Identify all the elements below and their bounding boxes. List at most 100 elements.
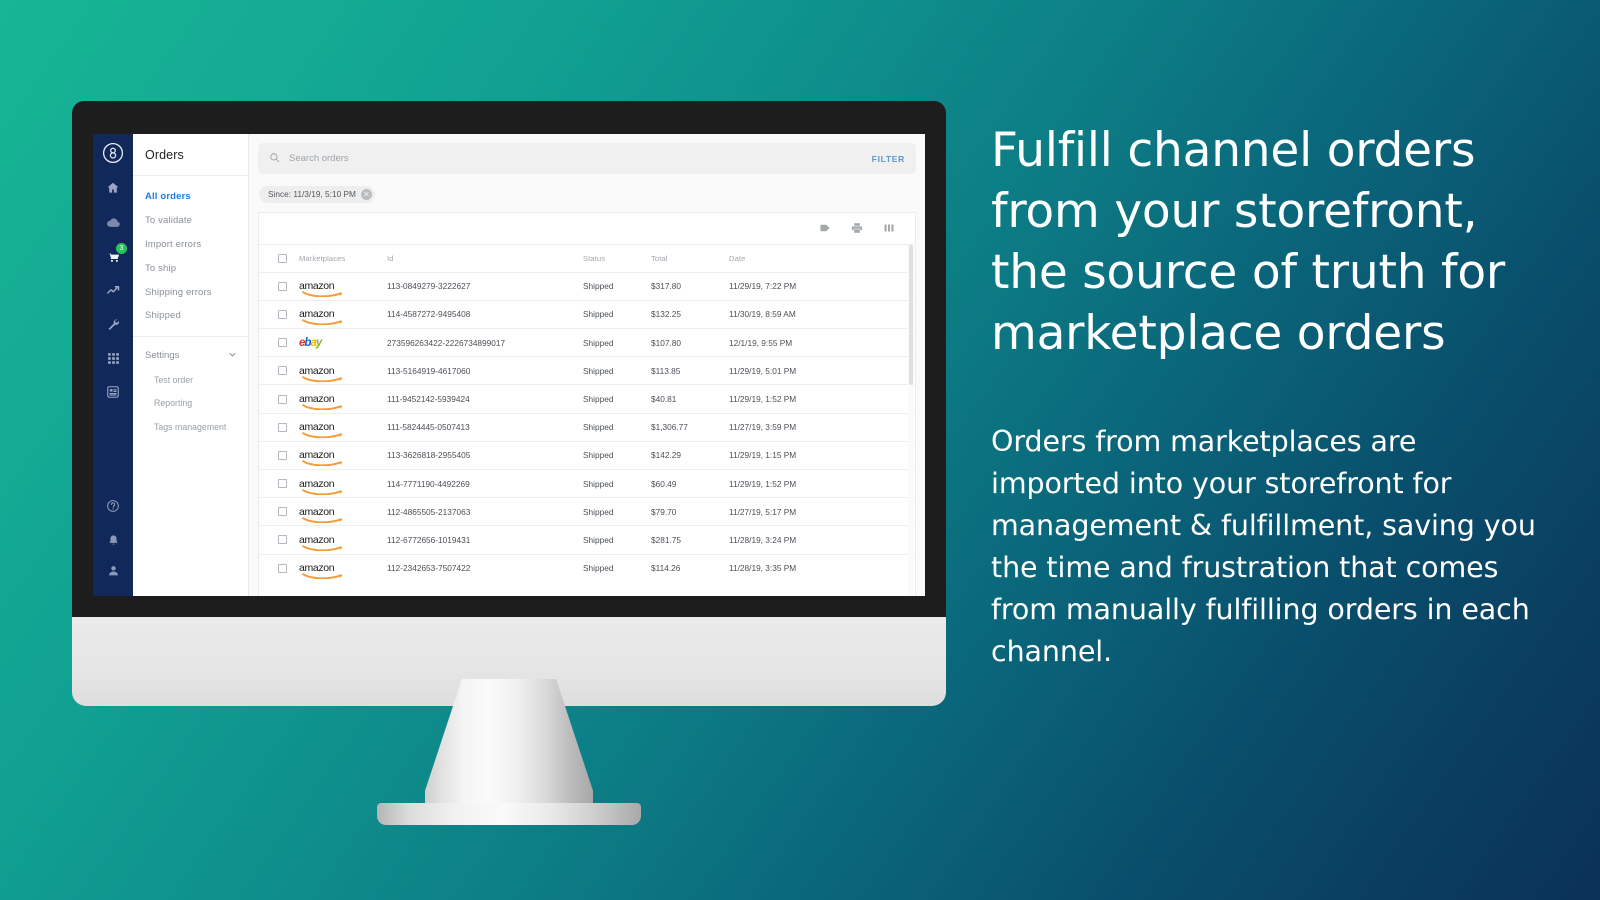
- table-row[interactable]: amazon 112-6772656-1019431 Shipped $281.…: [259, 525, 915, 555]
- nav-item-shipped[interactable]: Shipped: [133, 304, 248, 328]
- cell-total: $281.75: [651, 525, 729, 555]
- cell-total: $1,306.77: [651, 412, 729, 442]
- active-filters-row: Since: 11/3/19, 5:10 PM ✕: [249, 174, 925, 212]
- search-bar: FILTER: [258, 143, 916, 174]
- cell-status: Shipped: [583, 497, 651, 526]
- row-select-cell: [259, 440, 299, 470]
- cell-status: Shipped: [583, 440, 651, 470]
- orders-table-card: Marketplaces Id Status Total Date amazon: [258, 211, 916, 596]
- cell-marketplace: amazon: [299, 497, 387, 526]
- cell-marketplace: amazon: [299, 384, 387, 414]
- table-row[interactable]: amazon 113-5164919-4617060 Shipped $113.…: [259, 356, 915, 385]
- marketing-body: Orders from marketplaces are imported in…: [991, 425, 1536, 668]
- row-checkbox[interactable]: [278, 366, 287, 376]
- column-header-status[interactable]: Status: [583, 243, 651, 273]
- page-title: Orders: [133, 134, 248, 176]
- row-checkbox[interactable]: [278, 450, 287, 460]
- orders-badge: 3: [116, 243, 127, 254]
- cell-marketplace: amazon: [299, 412, 387, 442]
- tag-icon[interactable]: [819, 222, 831, 234]
- sidebar-item-reports[interactable]: [101, 380, 125, 404]
- row-select-cell: [259, 497, 299, 526]
- nav-subitem-tags-management[interactable]: Tags management: [133, 415, 248, 438]
- row-checkbox[interactable]: [278, 563, 287, 573]
- column-header-id[interactable]: Id: [387, 243, 583, 273]
- amazon-logo: amazon: [299, 450, 346, 467]
- table-row[interactable]: amazon 111-5824445-0507413 Shipped $1,30…: [259, 412, 915, 442]
- nav-item-all-orders[interactable]: All orders: [133, 185, 248, 209]
- cell-id: 112-4865505-2137063: [387, 497, 583, 526]
- table-row[interactable]: amazon 114-4587272-9495408 Shipped $132.…: [259, 299, 915, 329]
- sidebar-item-tools[interactable]: [101, 312, 125, 336]
- cell-date: 11/28/19, 3:24 PM: [729, 525, 915, 555]
- orders-main: FILTER Since: 11/3/19, 5:10 PM ✕: [249, 134, 925, 596]
- nav-subitem-reporting[interactable]: Reporting: [133, 392, 248, 415]
- cell-status: Shipped: [583, 384, 651, 414]
- row-select-cell: [259, 299, 299, 329]
- table-toolbar: [259, 213, 915, 244]
- table-row[interactable]: amazon 112-2342653-7507422 Shipped $114.…: [259, 553, 915, 583]
- sidebar-item-orders[interactable]: 3: [101, 243, 127, 268]
- row-checkbox[interactable]: [278, 338, 287, 348]
- row-checkbox[interactable]: [278, 422, 287, 432]
- sidebar-item-analytics[interactable]: [101, 278, 125, 302]
- row-checkbox[interactable]: [278, 394, 287, 404]
- row-select-cell: [259, 525, 299, 555]
- cell-id: 111-9452142-5939424: [387, 384, 583, 414]
- filter-button[interactable]: FILTER: [872, 154, 905, 164]
- nav-item-to-ship[interactable]: To ship: [133, 256, 248, 280]
- sidebar-item-apps[interactable]: [101, 346, 125, 370]
- column-header-marketplaces[interactable]: Marketplaces: [299, 243, 387, 273]
- column-header-total[interactable]: Total: [651, 243, 729, 273]
- monitor-screen: 3 Orders All orders To validate Import e…: [93, 134, 925, 596]
- cell-status: Shipped: [583, 299, 651, 329]
- ebay-logo: ebay: [299, 336, 322, 349]
- column-header-date[interactable]: Date: [729, 243, 915, 273]
- cell-status: Shipped: [583, 553, 651, 583]
- print-icon[interactable]: [851, 222, 863, 234]
- row-checkbox[interactable]: [278, 281, 287, 291]
- person-icon[interactable]: [101, 562, 125, 586]
- cell-id: 114-4587272-9495408: [387, 299, 583, 329]
- cell-status: Shipped: [583, 356, 651, 385]
- table-scrollbar-thumb[interactable]: [909, 244, 913, 385]
- table-row[interactable]: amazon 111-9452142-5939424 Shipped $40.8…: [259, 384, 915, 414]
- bell-icon[interactable]: [101, 528, 125, 552]
- row-select-cell: [259, 468, 299, 498]
- search-input[interactable]: [289, 153, 872, 164]
- filter-chip-since[interactable]: Since: 11/3/19, 5:10 PM ✕: [259, 185, 375, 203]
- nav-group-settings[interactable]: Settings: [133, 337, 248, 369]
- nav-subitem-test-order[interactable]: Test order: [133, 369, 248, 392]
- help-icon[interactable]: [101, 494, 125, 518]
- table-row[interactable]: amazon 114-7771190-4492269 Shipped $60.4…: [259, 468, 915, 498]
- app-logo[interactable]: [102, 142, 124, 164]
- row-checkbox[interactable]: [278, 535, 287, 545]
- sidebar-item-catalog[interactable]: [101, 210, 125, 234]
- cell-id: 113-3626818-2955405: [387, 440, 583, 470]
- cell-id: 111-5824445-0507413: [387, 412, 583, 442]
- select-all-checkbox[interactable]: [278, 253, 287, 263]
- table-row[interactable]: amazon 112-4865505-2137063 Shipped $79.7…: [259, 497, 915, 526]
- row-checkbox[interactable]: [278, 479, 287, 489]
- row-checkbox[interactable]: [278, 309, 287, 319]
- search-icon: [269, 150, 280, 168]
- amazon-logo: amazon: [299, 507, 346, 523]
- cell-date: 11/29/19, 1:52 PM: [729, 468, 915, 498]
- nav-list: All orders To validate Import errors To …: [133, 176, 248, 332]
- searchbar-wrap: FILTER: [249, 134, 925, 174]
- row-checkbox[interactable]: [278, 507, 287, 517]
- promo-slide: 3 Orders All orders To validate Import e…: [0, 0, 1600, 900]
- table-scrollbar[interactable]: [908, 244, 914, 596]
- close-icon[interactable]: ✕: [360, 188, 372, 200]
- table-row[interactable]: amazon 113-3626818-2955405 Shipped $142.…: [259, 440, 915, 470]
- nav-item-shipping-errors[interactable]: Shipping errors: [133, 280, 248, 304]
- orders-table: Marketplaces Id Status Total Date amazon: [259, 243, 915, 583]
- amazon-logo: amazon: [299, 281, 346, 298]
- columns-icon[interactable]: [883, 222, 895, 234]
- table-row[interactable]: ebay 273596263422-2226734899017 Shipped …: [259, 328, 915, 357]
- cell-date: 12/1/19, 9:55 PM: [729, 328, 915, 357]
- nav-item-import-errors[interactable]: Import errors: [133, 233, 248, 257]
- table-row[interactable]: amazon 113-0849279-3222627 Shipped $317.…: [259, 271, 915, 301]
- sidebar-item-home[interactable]: [101, 176, 125, 200]
- nav-item-to-validate[interactable]: To validate: [133, 209, 248, 233]
